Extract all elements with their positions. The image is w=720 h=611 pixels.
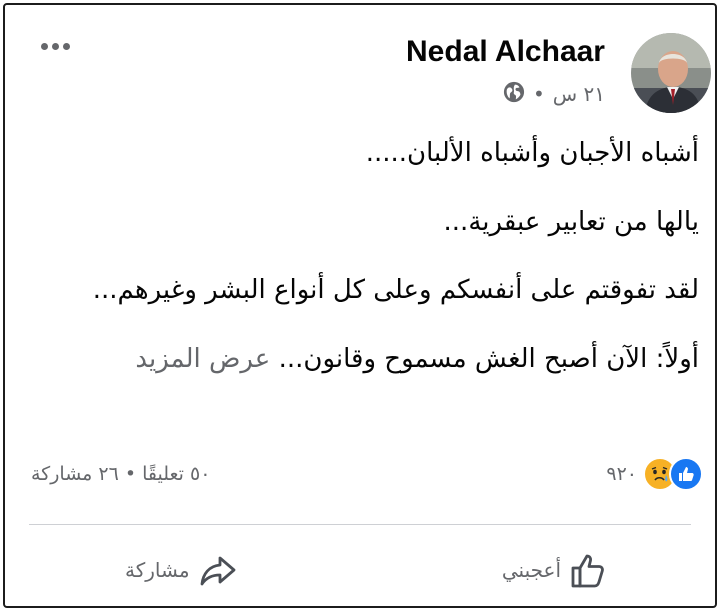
share-arrow-icon bbox=[198, 550, 238, 590]
comments-shares-count[interactable]: ٥٠ تعليقًا • ٢٦ مشاركة bbox=[31, 463, 210, 485]
post-last-line: أولاً: الآن أصبح الغش مسموح وقانون... bbox=[278, 344, 699, 375]
post-header: Nedal Alchaar ٢١ س • bbox=[5, 5, 715, 125]
like-label: أعجبني bbox=[501, 558, 561, 582]
reactions-summary[interactable]: ٩٢٠ bbox=[606, 457, 703, 491]
reaction-count: ٩٢٠ bbox=[606, 463, 637, 485]
post-body: أشباه الأجبان وأشباه الألبان..... يالها … bbox=[25, 135, 699, 410]
post-time[interactable]: ٢١ س bbox=[553, 82, 605, 106]
post-paragraph-4: أولاً: الآن أصبح الغش مسموح وقانون... عر… bbox=[25, 341, 699, 379]
post-stats: ٩٢٠ ٥٠ تعليقًا • ٢٦ مشاركة bbox=[5, 457, 715, 491]
more-options-button[interactable] bbox=[41, 43, 70, 50]
thumbs-up-icon bbox=[569, 550, 609, 590]
post-paragraph-2: يالها من تعابير عبقرية... bbox=[443, 206, 699, 237]
like-button[interactable]: أعجبني bbox=[502, 545, 609, 595]
post-meta: ٢١ س • bbox=[503, 81, 605, 107]
see-more-link[interactable]: عرض المزيد bbox=[135, 344, 270, 374]
divider bbox=[29, 524, 691, 525]
post-paragraph-3: لقد تفوقتم على أنفسكم وعلى كل أنواع البش… bbox=[92, 275, 699, 306]
post-actions: أعجبني مشاركة bbox=[5, 545, 715, 595]
more-dot bbox=[63, 43, 70, 50]
share-button[interactable]: مشاركة bbox=[125, 545, 238, 595]
globe-icon[interactable] bbox=[503, 81, 525, 108]
avatar[interactable] bbox=[631, 33, 711, 113]
more-dot bbox=[52, 43, 59, 50]
like-reaction-icon bbox=[669, 457, 703, 491]
meta-separator: • bbox=[532, 82, 545, 106]
share-label: مشاركة bbox=[125, 558, 190, 582]
post-card: Nedal Alchaar ٢١ س • أشباه الأجبان وأشبا… bbox=[3, 3, 717, 608]
more-dot bbox=[41, 43, 48, 50]
post-paragraph-1: أشباه الأجبان وأشباه الألبان..... bbox=[365, 138, 699, 168]
author-name[interactable]: Nedal Alchaar bbox=[406, 35, 605, 69]
